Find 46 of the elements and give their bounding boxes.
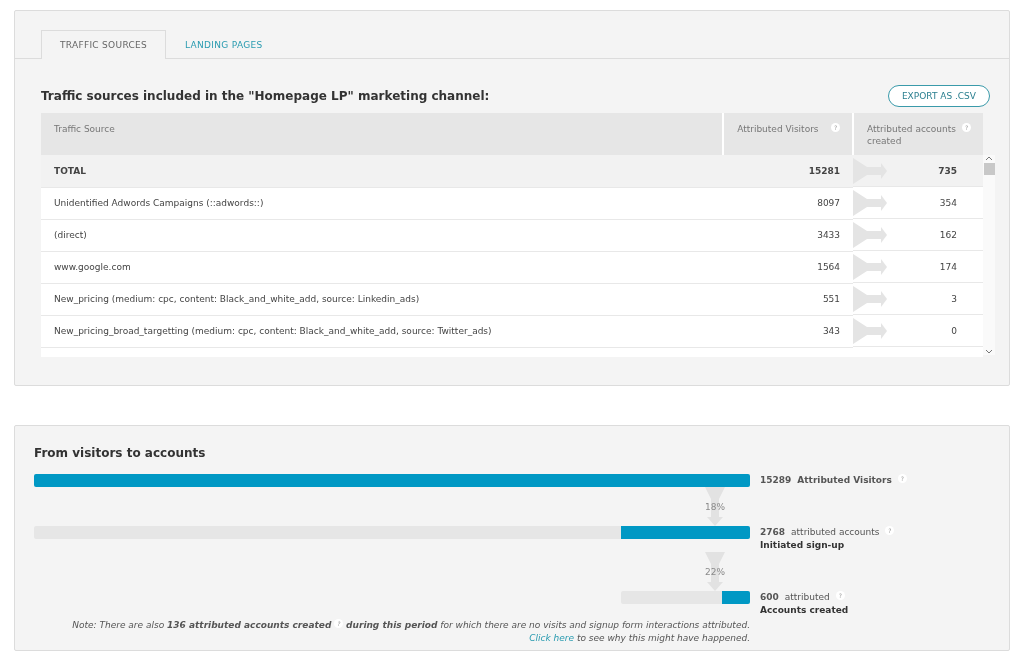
source-cell: www.google.com <box>41 251 724 283</box>
accounts-cell-text: 735 <box>938 165 958 176</box>
conversion-rate: 22% <box>705 566 725 577</box>
visitors-cell: 551 <box>723 283 854 315</box>
column-header: Attributed Visitors <box>737 123 819 135</box>
down-arrow-icon <box>705 487 725 526</box>
visitors-cell: 343 <box>723 315 854 347</box>
stage-count: 600 <box>760 591 779 604</box>
accounts-cell-text: 0 <box>951 325 958 336</box>
scroll-up-icon[interactable] <box>985 155 993 161</box>
stage-count: 15289 <box>760 474 792 487</box>
scroll-thumb[interactable] <box>983 163 995 175</box>
scrollbar[interactable] <box>983 155 995 355</box>
source-cell: New_pricing_broad_targetting (medium: cpc, content: Black_and_white_add, source: Twitter_ads) <box>41 315 724 347</box>
help-link[interactable]: Click here <box>529 633 575 643</box>
column-header: Traffic Source <box>54 123 115 135</box>
stage-name: Accounts created <box>760 604 849 617</box>
visitors-cell: 8097 <box>723 187 854 219</box>
visitors-cell: 1564 <box>723 251 854 283</box>
accounts-cell-text: 174 <box>939 261 958 272</box>
stage-count: 2768 <box>760 526 786 539</box>
note-text: Note: There are also 136 attributed accounts created <box>72 620 332 630</box>
accounts-cell-text: 162 <box>939 229 958 240</box>
visitors-cell: 15281 <box>723 155 854 187</box>
stage-name: Initiated sign-up <box>760 539 845 552</box>
note-text: to see why this might have happened. <box>576 633 750 643</box>
source-cell: Unidentified Adwords Campaigns (::adwords::) <box>41 187 724 219</box>
section-title: From visitors to accounts <box>34 446 207 460</box>
down-arrow-icon <box>705 552 725 591</box>
column-header: Attributed accounts created <box>867 123 956 147</box>
stage-label: attributed <box>784 591 830 604</box>
source-cell: TOTAL <box>41 155 724 187</box>
source-cell: New_pricing (medium: cpc, content: Black_and_white_add, source: Linkedin_ads) <box>41 283 724 315</box>
tab[interactable]: LANDING PAGES <box>166 30 282 59</box>
conversion-rate: 18% <box>705 501 725 512</box>
scroll-down-icon[interactable] <box>985 349 993 355</box>
source-cell: (direct) <box>41 219 724 251</box>
table-title: Traffic sources included in the "Homepage LP" marketing channel: <box>41 89 490 103</box>
tab[interactable]: TRAFFIC SOURCES <box>41 30 167 59</box>
stage-label: attributed accounts <box>791 526 880 539</box>
note-text: during this period for which there are no visits and signup form interactions attributed. <box>346 620 750 630</box>
visitors-cell: 3433 <box>723 219 854 251</box>
export-button[interactable]: EXPORT AS .CSV <box>887 85 990 107</box>
stage-label: Attributed Visitors <box>797 474 892 487</box>
accounts-cell-text: 3 <box>951 293 958 304</box>
accounts-cell-text: 354 <box>939 197 958 208</box>
